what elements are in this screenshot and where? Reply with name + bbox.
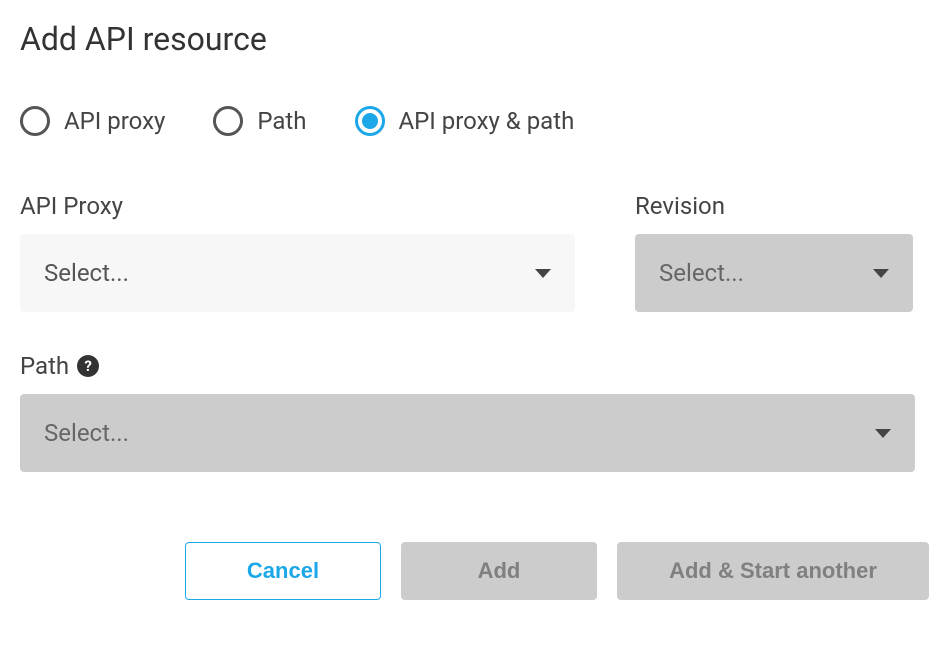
add-start-another-button[interactable]: Add & Start another [617, 542, 929, 600]
path-select[interactable]: Select... [20, 394, 915, 472]
radio-label: Path [257, 107, 306, 135]
radio-api-proxy[interactable]: API proxy [20, 106, 165, 136]
radio-api-proxy-and-path[interactable]: API proxy & path [355, 106, 575, 136]
chevron-down-icon [875, 429, 891, 438]
revision-select[interactable]: Select... [635, 234, 913, 312]
help-icon[interactable]: ? [77, 355, 99, 377]
proxy-revision-row: API Proxy Select... Revision Select... [20, 192, 909, 312]
revision-field: Revision Select... [635, 192, 913, 312]
api-proxy-field: API Proxy Select... [20, 192, 575, 312]
action-buttons: Cancel Add Add & Start another [20, 542, 909, 600]
api-proxy-label: API Proxy [20, 192, 575, 220]
radio-label: API proxy & path [399, 107, 575, 135]
cancel-button[interactable]: Cancel [185, 542, 381, 600]
radio-icon [213, 106, 243, 136]
chevron-down-icon [873, 269, 889, 278]
path-field: Path ? Select... [20, 352, 915, 472]
api-proxy-select[interactable]: Select... [20, 234, 575, 312]
revision-label: Revision [635, 192, 913, 220]
resource-type-radio-group: API proxy Path API proxy & path [20, 106, 909, 136]
radio-label: API proxy [64, 107, 165, 135]
radio-inner-dot [362, 113, 378, 129]
page-title: Add API resource [20, 20, 909, 58]
path-section: Path ? Select... [20, 352, 909, 472]
chevron-down-icon [535, 269, 551, 278]
radio-icon-selected [355, 106, 385, 136]
path-label: Path ? [20, 352, 915, 380]
select-placeholder: Select... [44, 259, 129, 287]
select-placeholder: Select... [44, 419, 129, 447]
radio-path[interactable]: Path [213, 106, 306, 136]
select-placeholder: Select... [659, 259, 744, 287]
radio-icon [20, 106, 50, 136]
path-label-text: Path [20, 352, 69, 380]
add-button[interactable]: Add [401, 542, 597, 600]
